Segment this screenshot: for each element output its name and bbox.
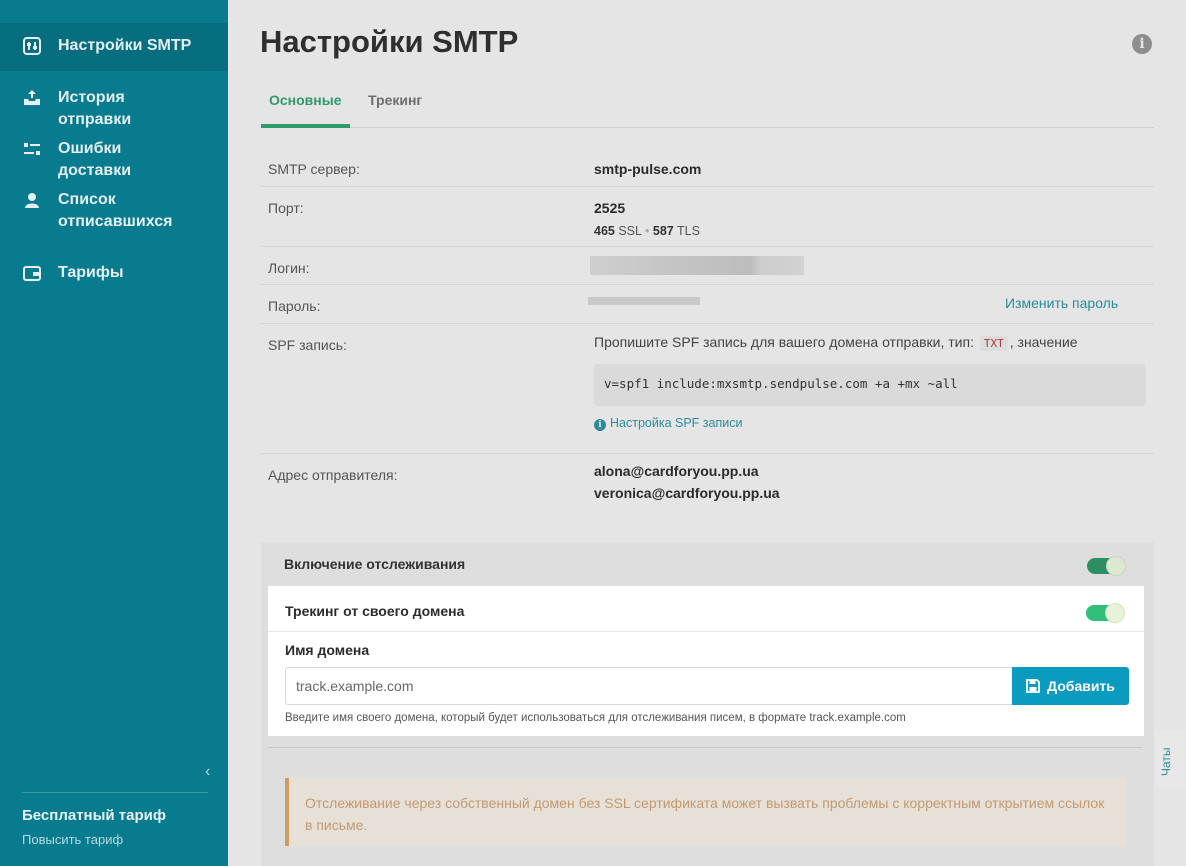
sender-label: Адрес отправителя: [268,467,398,483]
spf-label: SPF запись: [268,337,347,353]
page-title: Настройки SMTP [260,24,519,59]
sender-email: alona@cardforyou.pp.ua [594,463,759,479]
own-domain-header: Трекинг от своего домена [268,586,1144,632]
user-icon [25,193,39,208]
collapse-sidebar-button[interactable]: ‹ [205,763,210,781]
wallet-icon [23,266,41,281]
tune-icon [24,143,40,155]
chats-label: Чаты [1159,747,1173,776]
row-password: Пароль: Изменить пароль [261,285,1154,324]
sidebar-item-tariffs[interactable]: Тарифы [0,250,228,296]
smtp-server-value: smtp-pulse.com [594,161,702,177]
login-label: Логин: [268,260,310,276]
login-value-redacted [590,256,804,275]
port-ssl: 465 [594,224,615,238]
upgrade-plan-link[interactable]: Повысить тариф [22,832,123,847]
spf-help-link[interactable]: Настройка SPF записи [610,416,742,430]
info-icon: i [594,419,606,431]
sidebar: Настройки SMTP История отправки Ошибки д… [0,0,228,866]
change-password-link[interactable]: Изменить пароль [1005,295,1118,311]
sidebar-item-label: Список отписавшихся [58,191,173,230]
enable-tracking-label: Включение отслеживания [284,556,466,572]
sliders-icon [23,37,41,55]
port-ssl-label: SSL [618,224,642,238]
tabs: Основные Трекинг [261,84,1154,128]
sender-email: veronica@cardforyou.pp.ua [594,485,780,501]
main-content: Настройки SMTP i Основные Трекинг SMTP с… [228,0,1186,866]
chats-tab[interactable]: Чаты [1154,730,1186,788]
domain-name-input[interactable] [285,667,1013,705]
tab-main[interactable]: Основные [269,92,342,108]
own-domain-label: Трекинг от своего домена [285,603,465,619]
row-smtp-server: SMTP сервер: smtp-pulse.com [261,148,1154,187]
own-domain-toggle[interactable] [1086,603,1125,623]
port-alternatives: 465 SSL • 587 TLS [594,224,700,238]
row-sender: Адрес отправителя: alona@cardforyou.pp.u… [261,454,1154,516]
port-label: Порт: [268,200,304,216]
spf-instruction: Пропишите SPF запись для вашего домена о… [594,334,1078,351]
spf-value-code: v=spf1 include:mxsmtp.sendpulse.com +a +… [594,364,1146,406]
password-value-redacted [588,297,700,305]
toggle-knob [1105,603,1125,623]
spf-type-badge: TXT [979,336,1008,351]
sidebar-item-label: Ошибки доставки [58,140,132,179]
sidebar-item-label: Настройки SMTP [58,37,192,54]
own-domain-panel: Трекинг от своего домена Имя домена Доба… [268,586,1144,736]
spf-instruction-suffix: , значение [1009,334,1078,350]
add-domain-button[interactable]: Добавить [1012,667,1129,705]
active-tab-indicator [261,124,350,128]
sidebar-item-label: Тарифы [58,264,124,281]
port-tls-label: TLS [676,224,700,238]
sidebar-item-unsubscribed[interactable]: Список отписавшихся [0,177,228,245]
save-icon [1026,679,1040,693]
enable-tracking-toggle[interactable] [1087,556,1126,576]
spf-instruction-text: Пропишите SPF запись для вашего домена о… [594,334,974,350]
smtp-server-label: SMTP сервер: [268,161,360,177]
tab-tracking[interactable]: Трекинг [368,92,422,108]
row-spf: SPF запись: Пропишите SPF запись для ваш… [261,324,1154,454]
row-port: Порт: 2525 465 SSL • 587 TLS [261,187,1154,247]
divider [268,747,1142,748]
toggle-knob [1106,556,1126,576]
info-icon[interactable]: i [1132,34,1152,54]
sidebar-item-label: История отправки [58,89,132,128]
ssl-warning: Отслеживание через собственный домен без… [285,778,1126,846]
domain-name-label: Имя домена [285,642,370,658]
row-login: Логин: [261,247,1154,285]
upload-tray-icon [24,90,40,105]
port-separator: • [645,224,650,238]
password-label: Пароль: [268,298,321,314]
sidebar-divider [22,792,208,793]
domain-hint: Введите имя своего домена, который будет… [285,712,906,724]
port-tls: 587 [652,224,674,238]
sidebar-item-smtp-settings[interactable]: Настройки SMTP [0,23,228,71]
current-plan: Бесплатный тариф [22,807,167,824]
port-value: 2525 [594,200,626,216]
add-domain-label: Добавить [1047,678,1115,694]
spf-help[interactable]: i Настройка SPF записи [594,416,742,431]
